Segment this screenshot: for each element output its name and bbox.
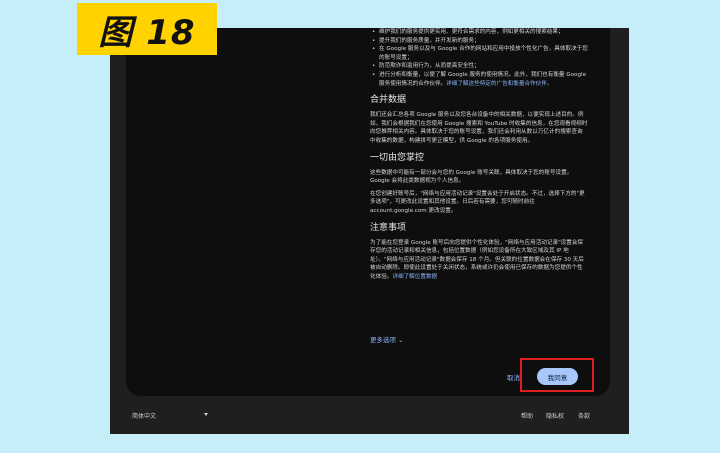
list-item: 进行分析和衡量，以便了解 Google 服务的使用情况。此外，我们也有衡量 Go… — [372, 71, 588, 88]
help-link[interactable]: 帮助 — [521, 411, 533, 420]
privacy-link[interactable]: 隐私权 — [546, 411, 564, 420]
consent-text: 维护我们的服务提供更实用、更符合需求的内容，例如更相关的搜索结果； 提升我们的服… — [370, 28, 588, 285]
list-item: 提升我们的服务质量，并开发新的服务； — [372, 37, 588, 46]
figure-label-badge: 图 18 — [77, 3, 217, 55]
location-data-link[interactable]: 详细了解位置数据 — [392, 274, 437, 280]
language-select[interactable]: 简体中文 — [132, 411, 156, 420]
chevron-down-icon: ⌄ — [398, 336, 404, 344]
figure-label: 图 18 — [98, 12, 196, 53]
section-title-combine: 合并数据 — [370, 95, 407, 106]
terms-link[interactable]: 条款 — [578, 411, 590, 420]
section-paragraph: 我们还会汇总各项 Google 服务以及您各台设备中的相关数据，以便实现上述目的… — [370, 112, 588, 144]
list-item: 在 Google 服务以及与 Google 合作的网站和应用中投放个性化广告，具… — [372, 45, 588, 62]
section-title-notes: 注意事项 — [370, 222, 407, 233]
more-options-label: 更多选项 — [370, 336, 396, 344]
partners-link[interactable]: 详细了解这些特定的广告和衡量合作伙伴。 — [446, 81, 552, 87]
dropdown-arrow-icon[interactable] — [204, 413, 208, 416]
agree-button[interactable]: 我同意 — [537, 368, 578, 385]
more-options-button[interactable]: 更多选项 ⌄ — [370, 334, 404, 344]
section-paragraph: 在您创建好账号后，"网络与应用活动记录"设置会处于开启状态。不过，选择下方的"更… — [370, 190, 585, 214]
section-paragraph: 这些数据中可能有一部分会与您的 Google 账号关联，具体取决于您的账号设置。… — [370, 169, 573, 185]
list-item: 维护我们的服务提供更实用、更符合需求的内容，例如更相关的搜索结果； — [372, 28, 588, 37]
usage-list: 维护我们的服务提供更实用、更符合需求的内容，例如更相关的搜索结果； 提升我们的服… — [370, 28, 588, 88]
section-title-control: 一切由您掌控 — [370, 152, 425, 163]
cancel-button[interactable]: 取消 — [507, 372, 520, 382]
section-paragraph: 为了能在您登录 Google 账号后向您提供个性化体验，"网络与应用活动记录"设… — [370, 239, 588, 282]
list-item: 防范欺诈和滥用行为，从而提高安全性； — [372, 62, 588, 71]
